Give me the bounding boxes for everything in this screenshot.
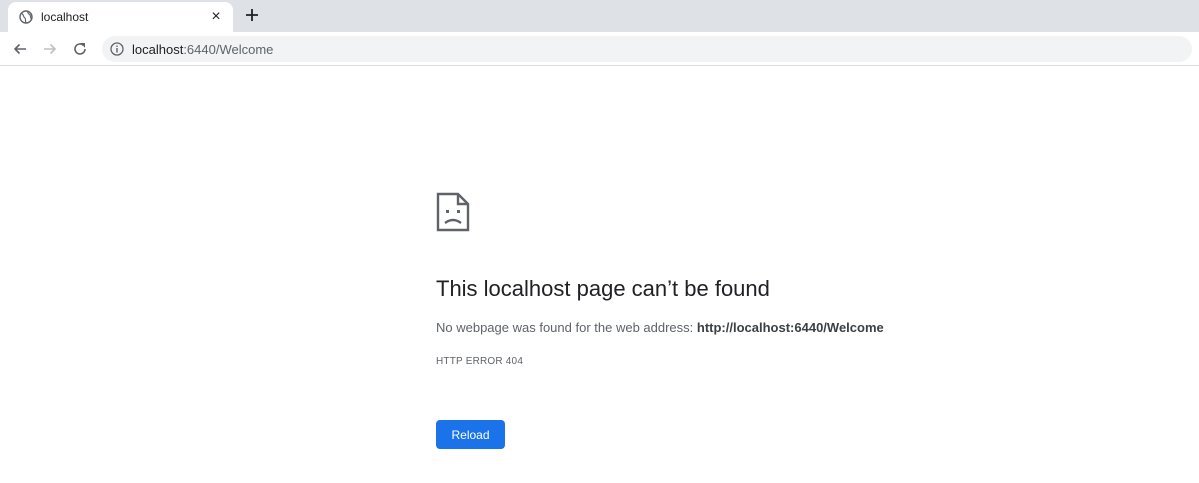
error-url: http://localhost:6440/Welcome (696, 320, 884, 335)
tab-title: localhost (41, 10, 89, 24)
plus-icon (246, 9, 258, 21)
error-title: This localhost page can’t be found (436, 276, 770, 301)
globe-icon (19, 10, 33, 24)
url-host: localhost (132, 42, 184, 57)
url-path: :6440/Welcome (183, 42, 274, 57)
new-tab-button[interactable] (243, 6, 261, 24)
reload-icon (74, 43, 86, 55)
error-code: HTTP ERROR 404 (436, 356, 524, 367)
close-tab-icon[interactable]: × (208, 9, 224, 25)
info-icon[interactable] (110, 42, 124, 56)
sad-page-icon (436, 192, 470, 232)
error-description: No webpage was found for the web address… (436, 320, 884, 335)
arrow-right-icon (44, 43, 57, 55)
tab-strip: localhost × (0, 0, 1199, 32)
url-text: localhost:6440/Welcome (132, 42, 273, 57)
browser-toolbar: localhost:6440/Welcome (0, 32, 1199, 66)
forward-button[interactable] (41, 40, 59, 58)
browser-tab[interactable]: localhost × (8, 2, 233, 32)
reload-page-button[interactable] (71, 40, 89, 58)
reload-button[interactable]: Reload (436, 420, 505, 449)
address-bar[interactable]: localhost:6440/Welcome (102, 36, 1192, 62)
back-button[interactable] (11, 40, 29, 58)
arrow-left-icon (13, 43, 26, 55)
error-description-text: No webpage was found for the web address… (436, 320, 697, 335)
